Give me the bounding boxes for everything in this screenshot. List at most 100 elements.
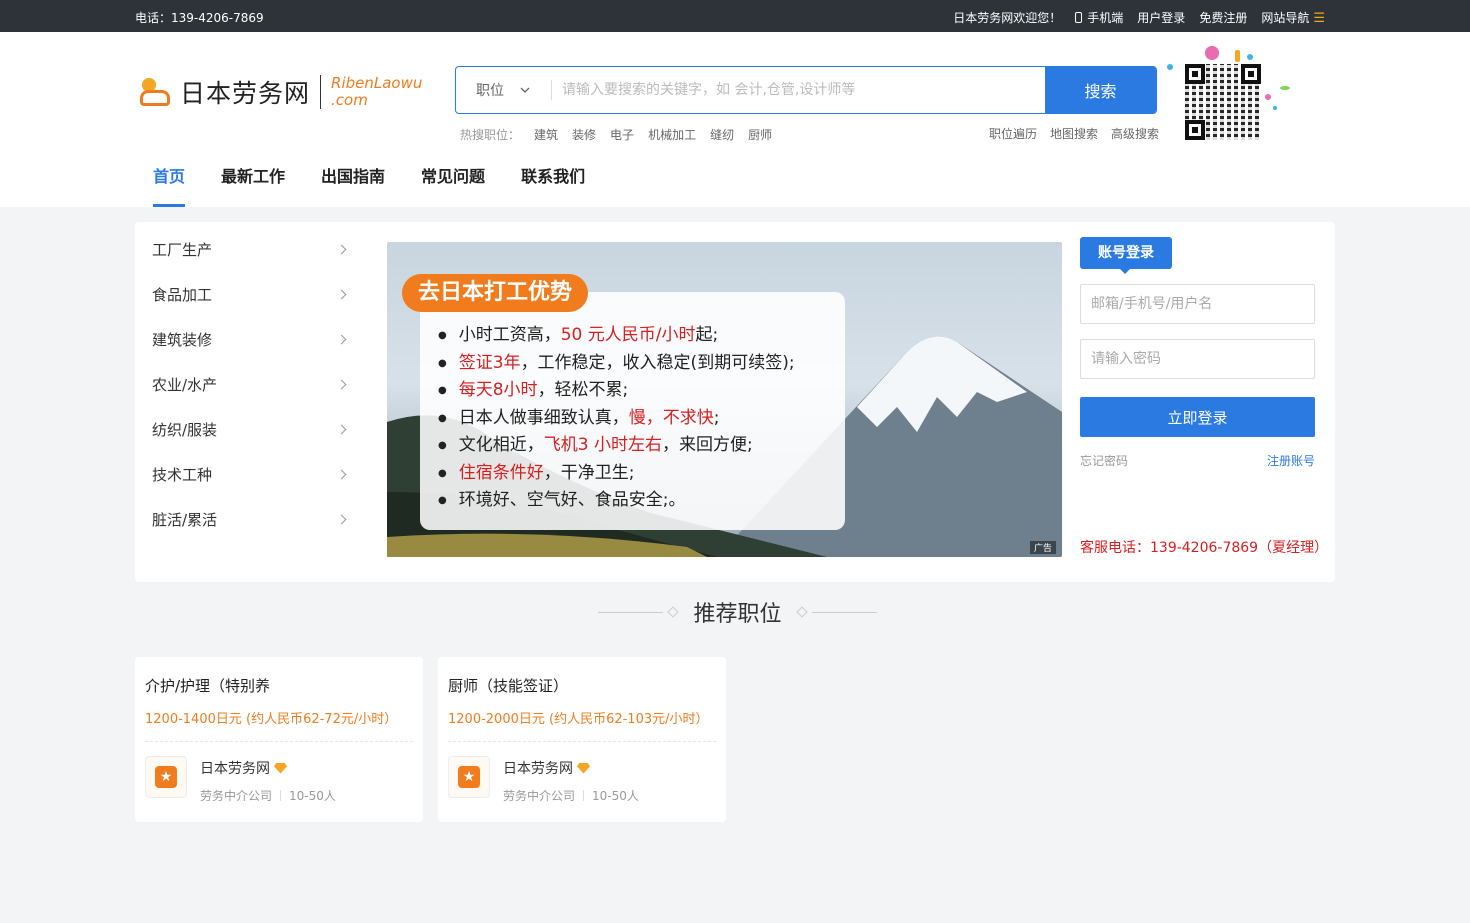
advantage-item: 每天8小时，轻松不累;	[438, 377, 845, 405]
banner-card: 小时工资高，50 元人民币/小时起; 签证3年，工作稳定，收入稳定(到期可续签)…	[420, 292, 845, 530]
section-title: 推荐职位	[693, 602, 782, 627]
main-panel: 工厂生产 食品加工 建筑装修 农业/水产 纺织/服装 技术工种 脏活/累活 小时…	[135, 222, 1335, 582]
chevron-down-icon	[520, 87, 530, 93]
nav-faq[interactable]: 常见问题	[403, 162, 503, 207]
diamond-icon	[667, 606, 680, 618]
register-account-link[interactable]: 注册账号	[1267, 452, 1315, 469]
job-card[interactable]: 厨师（技能签证） 1200-2000日元 (约人民币62-103元/小时） ★ …	[438, 657, 726, 822]
company-logo[interactable]: ★	[448, 756, 490, 798]
category-item[interactable]: 建筑装修	[135, 317, 365, 362]
main-nav: 首页 最新工作 出国指南 常见问题 联系我们	[135, 162, 603, 207]
login-link[interactable]: 用户登录	[1137, 9, 1185, 26]
search-input[interactable]	[552, 67, 1045, 113]
divider-line	[811, 611, 877, 613]
nav-home[interactable]: 首页	[135, 162, 203, 207]
category-item[interactable]: 技术工种	[135, 452, 365, 497]
top-links: 日本劳务网欢迎您！ 手机端 用户登录 免费注册 网站导航 ☰	[953, 9, 1325, 26]
diamond-icon	[795, 606, 808, 618]
username-input[interactable]	[1080, 284, 1315, 324]
mobile-icon	[1075, 12, 1083, 23]
category-item[interactable]: 工厂生产	[135, 227, 365, 272]
job-browse-link[interactable]: 职位遍历	[989, 125, 1037, 142]
company-info: ★ 日本劳务网 劳务中介公司 10-50人	[145, 756, 413, 804]
ad-badge: 广告	[1029, 541, 1056, 554]
logo-icon	[140, 76, 172, 108]
nav-latest-jobs[interactable]: 最新工作	[203, 162, 303, 207]
site-logo[interactable]: 日本劳务网 RibenLaowu .com	[140, 74, 422, 110]
login-panel: 账号登录 立即登录 忘记密码 注册账号 客服电话：139-4206-7869（夏…	[1080, 237, 1328, 556]
password-input[interactable]	[1080, 339, 1315, 379]
section-header: 推荐职位	[595, 596, 880, 628]
category-item[interactable]: 脏活/累活	[135, 497, 365, 542]
divider-line	[598, 611, 664, 613]
chevron-right-icon	[336, 289, 347, 300]
company-name[interactable]: 日本劳务网	[503, 758, 639, 778]
category-item[interactable]: 纺织/服装	[135, 407, 365, 452]
chevron-right-icon	[336, 379, 347, 390]
chevron-right-icon	[336, 334, 347, 345]
banner-title: 去日本打工优势	[402, 274, 589, 312]
hot-item[interactable]: 电子	[610, 126, 634, 143]
advantage-list: 小时工资高，50 元人民币/小时起; 签证3年，工作稳定，收入稳定(到期可续签)…	[438, 322, 845, 515]
company-logo[interactable]: ★	[145, 756, 187, 798]
company-details: 日本劳务网 劳务中介公司 10-50人	[503, 756, 639, 804]
login-button[interactable]: 立即登录	[1080, 397, 1315, 437]
register-link[interactable]: 免费注册	[1199, 9, 1247, 26]
advantage-item: 文化相近，飞机3 小时左右，来回方便;	[438, 432, 845, 460]
card-divider	[448, 741, 716, 742]
star-icon: ★	[155, 766, 177, 788]
company-details: 日本劳务网 劳务中介公司 10-50人	[200, 756, 336, 804]
top-phone: 电话：139-4206-7869	[135, 11, 264, 25]
hot-item[interactable]: 厨师	[748, 126, 772, 143]
promo-banner[interactable]: 小时工资高，50 元人民币/小时起; 签证3年，工作稳定，收入稳定(到期可续签)…	[387, 242, 1062, 557]
hot-searches: 热搜职位： 建筑 装修 电子 机械加工 缝纫 厨师	[460, 126, 772, 143]
login-links: 忘记密码 注册账号	[1080, 452, 1315, 469]
advanced-search-link[interactable]: 高级搜索	[1111, 125, 1159, 142]
star-icon: ★	[458, 766, 480, 788]
header: 日本劳务网 RibenLaowu .com 职位 搜索 热搜职位： 建筑 装修 …	[0, 32, 1470, 207]
map-search-link[interactable]: 地图搜索	[1050, 125, 1098, 142]
welcome-text: 日本劳务网欢迎您！	[953, 11, 1062, 25]
chevron-right-icon	[336, 469, 347, 480]
search-button[interactable]: 搜索	[1045, 67, 1156, 113]
category-item[interactable]: 农业/水产	[135, 362, 365, 407]
job-title[interactable]: 介护/护理（特别养	[145, 675, 413, 696]
hot-item[interactable]: 建筑	[534, 126, 558, 143]
chevron-right-icon	[336, 424, 347, 435]
job-card[interactable]: 介护/护理（特别养 1200-1400日元 (约人民币62-72元/小时） ★ …	[135, 657, 423, 822]
company-info: ★ 日本劳务网 劳务中介公司 10-50人	[448, 756, 716, 804]
gem-icon	[577, 762, 590, 774]
hot-item[interactable]: 装修	[572, 126, 596, 143]
hot-label: 热搜职位：	[460, 128, 521, 142]
chevron-right-icon	[336, 514, 347, 525]
search-bar: 职位 搜索	[455, 66, 1157, 114]
sitemap-link[interactable]: 网站导航 ☰	[1261, 9, 1325, 26]
category-item[interactable]: 食品加工	[135, 272, 365, 317]
advantage-item: 小时工资高，50 元人民币/小时起;	[438, 322, 845, 350]
top-bar: 电话：139-4206-7869 日本劳务网欢迎您！ 手机端 用户登录 免费注册…	[0, 0, 1470, 32]
card-divider	[145, 741, 413, 742]
service-phone: 客服电话：139-4206-7869（夏经理）	[1080, 540, 1329, 556]
forgot-password-link[interactable]: 忘记密码	[1080, 452, 1128, 469]
job-salary: 1200-2000日元 (约人民币62-103元/小时）	[448, 712, 709, 727]
advantage-item: 日本人做事细致认真，慢，不求快;	[438, 405, 845, 433]
advantage-item: 环境好、空气好、食品安全;。	[438, 487, 845, 515]
nav-contact[interactable]: 联系我们	[503, 162, 603, 207]
hot-item[interactable]: 缝纫	[710, 126, 734, 143]
advantage-item: 住宿条件好，干净卫生;	[438, 460, 845, 488]
chevron-right-icon	[336, 244, 347, 255]
mobile-link[interactable]: 手机端	[1075, 9, 1123, 26]
nav-guide[interactable]: 出国指南	[303, 162, 403, 207]
category-list: 工厂生产 食品加工 建筑装修 农业/水产 纺织/服装 技术工种 脏活/累活	[135, 227, 365, 542]
quick-links: 职位遍历 地图搜索 高级搜索	[989, 125, 1159, 142]
hot-item[interactable]: 机械加工	[648, 126, 696, 143]
logo-divider	[320, 75, 322, 109]
company-meta: 劳务中介公司 10-50人	[200, 789, 336, 803]
logo-domain: RibenLaowu .com	[331, 74, 423, 109]
company-meta: 劳务中介公司 10-50人	[503, 789, 639, 803]
advantage-item: 签证3年，工作稳定，收入稳定(到期可续签);	[438, 350, 845, 378]
company-name[interactable]: 日本劳务网	[200, 758, 336, 778]
account-login-tab[interactable]: 账号登录	[1080, 237, 1172, 274]
search-category-select[interactable]: 职位	[456, 80, 551, 100]
job-title[interactable]: 厨师（技能签证）	[448, 675, 716, 696]
